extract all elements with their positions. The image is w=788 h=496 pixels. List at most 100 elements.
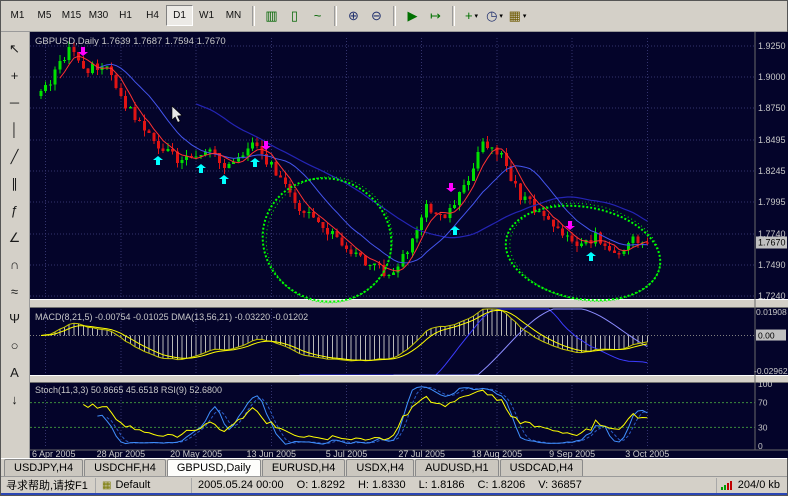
candlestick-chart-icon: ▯ (291, 9, 298, 22)
panel-splitter[interactable] (30, 375, 788, 383)
toolbar-separator (252, 6, 255, 26)
price-chart[interactable]: 1.92501.90001.87501.84951.82451.79951.77… (30, 32, 788, 458)
fibonacci-retracement-tool-icon: ƒ (11, 203, 18, 218)
toolbar-separator (452, 6, 455, 26)
fibonacci-retracement-tool-button[interactable]: ƒ (3, 199, 27, 222)
panel-splitter[interactable] (30, 299, 788, 308)
tab-audusd-h1[interactable]: AUDUSD,H1 (415, 459, 499, 476)
dropdown-arrow-icon: ▾ (475, 12, 479, 20)
ellipse-tool-button[interactable]: ○ (3, 334, 27, 357)
templates-icon: ▦ (509, 9, 521, 22)
timeframe-m5-button[interactable]: M5 (31, 5, 58, 26)
timeframe-h4-button[interactable]: H4 (139, 5, 166, 26)
status-help-text: 寻求帮助,请按F1 (0, 478, 96, 493)
price-scale-label: 1.8750 (758, 103, 786, 113)
horizontal-line-tool-button[interactable]: ─ (3, 91, 27, 114)
chart-tab-bar: USDJPY,H4USDCHF,H4GBPUSD,DailyEURUSD,H4U… (0, 458, 788, 476)
line-chart-button[interactable]: ~ (306, 5, 329, 26)
status-bar: 寻求帮助,请按F1 ▦ Default 2005.05.24 00:00O: 1… (0, 476, 788, 493)
status-profile[interactable]: ▦ Default (96, 478, 192, 493)
timeframe-w1-button[interactable]: W1 (193, 5, 220, 26)
date-label: 6 Apr 2005 (32, 449, 76, 458)
chart-area[interactable]: 1.92501.90001.87501.84951.82451.79951.77… (30, 32, 788, 458)
traffic-counter: 204/0 kb (738, 479, 780, 491)
bar-info-field: L: 1.8186 (419, 479, 465, 491)
date-label: 18 Aug 2005 (472, 449, 523, 458)
main-toolbar: M1M5M15M30H1H4D1W1MN▥▯~⊕⊖▶↦+▾◷▾▦▾ (0, 0, 788, 32)
tab-usdx-h4[interactable]: USDX,H4 (346, 459, 414, 476)
macd-scale-bottom: -0.02962 (754, 366, 788, 376)
andrews-pitchfork-tool-button[interactable]: Ψ (3, 307, 27, 330)
crosshair-tool-icon: + (11, 68, 19, 83)
arrow-stamp-tool-button[interactable]: ↓ (3, 388, 27, 411)
chart-ohlc-label: GBPUSD,Daily 1.7639 1.7687 1.7594 1.7670 (35, 36, 226, 47)
price-scale-label: 1.7240 (758, 291, 786, 301)
text-label-tool-button[interactable]: A (3, 361, 27, 384)
timeframe-m15-button[interactable]: M15 (58, 5, 85, 26)
equidistant-channel-tool-button[interactable]: ∥ (3, 172, 27, 195)
bar-info-field: H: 1.8330 (358, 479, 406, 491)
timeframe-m30-button[interactable]: M30 (85, 5, 112, 26)
text-label-tool-icon: A (10, 365, 19, 380)
indicators-button[interactable]: +▾ (460, 5, 483, 26)
macd-scale-zero: 0.00 (758, 331, 775, 341)
timeframe-h1-button[interactable]: H1 (112, 5, 139, 26)
timeframe-d1-button[interactable]: D1 (166, 5, 193, 26)
fibonacci-expansion-tool-button[interactable]: ≈ (3, 280, 27, 303)
date-label: 27 Jul 2005 (398, 449, 445, 458)
stoch-scale-label: 30 (758, 422, 768, 432)
toolbar-separator (393, 6, 396, 26)
current-price-value: 1.7670 (758, 238, 786, 248)
periods-icon: ◷ (486, 9, 497, 22)
mt4-window: M1M5M15M30H1H4D1W1MN▥▯~⊕⊖▶↦+▾◷▾▦▾ ↖+─│╱∥… (0, 0, 788, 496)
trendline-tool-button[interactable]: ╱ (3, 145, 27, 168)
bar-info-field: 2005.05.24 00:00 (198, 479, 284, 491)
dropdown-arrow-icon: ▾ (499, 12, 503, 20)
profile-name: Default (115, 479, 150, 491)
macd-scale-top: 0.01908 (756, 307, 787, 317)
fibonacci-arcs-tool-icon: ∩ (10, 257, 19, 272)
auto-scroll-icon: ▶ (408, 9, 418, 22)
drawing-toolbar: ↖ + ─ │ ╱ ∥ ƒ ∠ ∩ ≈ Ψ ○ A ↓ (0, 32, 30, 458)
timeframe-mn-button[interactable]: MN (220, 5, 247, 26)
zoom-out-button[interactable]: ⊖ (365, 5, 388, 26)
equidistant-channel-tool-icon: ∥ (11, 176, 18, 192)
templates-button[interactable]: ▦▾ (506, 5, 529, 26)
indicators-icon: + (465, 9, 473, 22)
crosshair-tool-button[interactable]: + (3, 64, 27, 87)
line-chart-icon: ~ (314, 9, 322, 22)
ellipse-tool-icon: ○ (11, 338, 19, 353)
cursor-tool-button[interactable]: ↖ (3, 37, 27, 60)
tab-eurusd-h4[interactable]: EURUSD,H4 (262, 459, 346, 476)
chart-shift-button[interactable]: ↦ (424, 5, 447, 26)
vertical-line-tool-button[interactable]: │ (3, 118, 27, 141)
tab-usdcad-h4[interactable]: USDCAD,H4 (500, 459, 584, 476)
zoom-out-icon: ⊖ (371, 9, 382, 22)
stoch-scale-label: 70 (758, 398, 768, 408)
periods-button[interactable]: ◷▾ (483, 5, 506, 26)
date-label: 13 Jun 2005 (247, 449, 297, 458)
tab-gbpusd-daily[interactable]: GBPUSD,Daily (167, 459, 261, 476)
timeframe-m1-button[interactable]: M1 (4, 5, 31, 26)
price-scale-label: 1.9000 (758, 72, 786, 82)
stoch-label: Stoch(11,3,3) 50.8665 45.6518 RSI(9) 52.… (35, 385, 222, 395)
tab-usdjpy-h4[interactable]: USDJPY,H4 (4, 459, 83, 476)
auto-scroll-button[interactable]: ▶ (401, 5, 424, 26)
andrews-pitchfork-tool-icon: Ψ (9, 311, 20, 326)
fibonacci-fan-tool-button[interactable]: ∠ (3, 226, 27, 249)
candlestick-chart-button[interactable]: ▯ (283, 5, 306, 26)
price-scale-label: 1.9250 (758, 41, 786, 51)
tab-usdchf-h4[interactable]: USDCHF,H4 (84, 459, 166, 476)
time-axis[interactable]: 6 Apr 200528 Apr 200520 May 200513 Jun 2… (32, 449, 669, 458)
bar-chart-button[interactable]: ▥ (260, 5, 283, 26)
status-bar-info: 2005.05.24 00:00O: 1.8292H: 1.8330L: 1.8… (192, 478, 717, 493)
date-label: 20 May 2005 (170, 449, 222, 458)
price-scale-label: 1.7995 (758, 197, 786, 207)
date-label: 3 Oct 2005 (625, 449, 669, 458)
connection-bars-icon (721, 481, 733, 490)
zoom-in-button[interactable]: ⊕ (342, 5, 365, 26)
arrow-stamp-tool-icon: ↓ (11, 392, 18, 407)
workspace: ↖+─│╱∥ƒ∠∩≈Ψ○A↓ 1.92501.90001.87501.84951… (0, 32, 788, 458)
date-label: 9 Sep 2005 (549, 449, 595, 458)
fibonacci-arcs-tool-button[interactable]: ∩ (3, 253, 27, 276)
